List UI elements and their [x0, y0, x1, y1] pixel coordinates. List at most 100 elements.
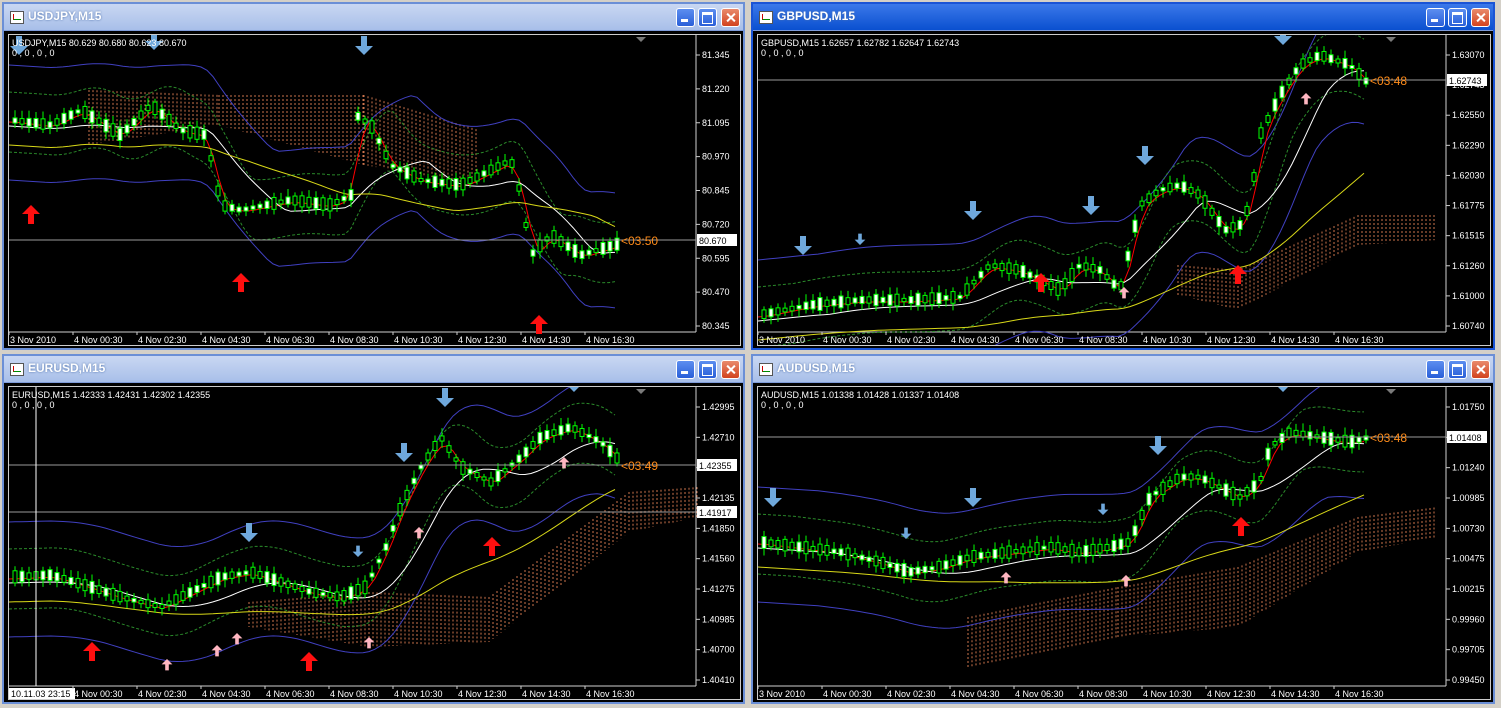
- close-button[interactable]: [1471, 8, 1490, 27]
- candle-body: [1321, 431, 1327, 444]
- bollinger-upper: [758, 35, 1317, 261]
- chart-canvas[interactable]: 1.017501.014951.012401.009851.007301.004…: [758, 387, 1491, 700]
- bollinger-lower: [994, 121, 1365, 345]
- candle-body: [768, 308, 774, 318]
- candle-body: [894, 293, 900, 307]
- candle-body: [999, 262, 1005, 272]
- sell-arrow-icon: [794, 236, 812, 255]
- candle-body: [432, 175, 438, 189]
- chart-window-audusd[interactable]: AUDUSD,M15 1.017501.014951.012401.009851…: [751, 354, 1495, 704]
- price-chart[interactable]: 1.017501.014951.012401.009851.007301.004…: [757, 386, 1491, 700]
- candle-body: [817, 297, 823, 311]
- candle-body: [1013, 264, 1019, 275]
- candle-body: [327, 198, 333, 212]
- candle-body: [1055, 542, 1061, 555]
- price-tick-label: 1.41275: [702, 584, 735, 594]
- candle-body: [985, 264, 991, 270]
- candle-body: [1223, 225, 1229, 234]
- chart-canvas[interactable]: 1.63070 1.62743 1.62550 1.62290 1.62030 1.617…: [758, 35, 1491, 346]
- sell-arrow-icon: [1149, 436, 1167, 455]
- chart-canvas[interactable]: 81.345 81.220 81.095 80.970 80.845 80.720 80.5…: [9, 35, 741, 346]
- candle-body: [502, 468, 508, 473]
- indicator-values: 0 , 0 , 0 , 0: [761, 48, 804, 58]
- price-tick-label: 1.61260: [1452, 261, 1485, 271]
- candle-body: [1111, 279, 1117, 289]
- maximize-button[interactable]: [698, 360, 717, 379]
- candle-body: [229, 571, 235, 579]
- time-tick-label: 4 Nov 14:30: [1271, 689, 1320, 699]
- candle-body: [1083, 544, 1089, 558]
- candle-body: [1027, 546, 1033, 553]
- minimize-button[interactable]: [676, 8, 695, 27]
- candle-body: [26, 572, 32, 580]
- candle-body: [845, 547, 851, 561]
- candle-body: [817, 543, 823, 556]
- title-bar[interactable]: AUDUSD,M15: [753, 356, 1493, 383]
- close-button[interactable]: [1471, 360, 1490, 379]
- chart-window-gbpusd[interactable]: GBPUSD,M15 1.630701.627431.625501.622901…: [751, 2, 1495, 350]
- price-tick-label: 81.345: [702, 50, 730, 60]
- candle-body: [761, 536, 767, 549]
- candle-body: [110, 587, 116, 601]
- candle-body: [40, 570, 46, 581]
- price-tick-label: 1.00730: [1452, 523, 1485, 533]
- price-tick-label: 0.99450: [1452, 675, 1485, 685]
- candle-body: [1202, 475, 1208, 484]
- price-chart[interactable]: 1.63070 1.62743 1.62550 1.62290 1.62030 1.617…: [757, 34, 1491, 346]
- candle-body: [1244, 487, 1250, 497]
- minimize-button[interactable]: [1426, 360, 1445, 379]
- indicator-values: 0 , 0 , 0 , 0: [761, 400, 804, 410]
- price-tick-label: 1.42995: [702, 402, 735, 412]
- price-tick-label: 1.60740: [1452, 321, 1485, 331]
- minimize-button[interactable]: [676, 360, 695, 379]
- title-bar[interactable]: USDJPY,M15: [4, 4, 743, 31]
- candle-body: [537, 431, 543, 445]
- minimize-button[interactable]: [1426, 8, 1445, 27]
- close-button[interactable]: [721, 360, 740, 379]
- buy-arrow-icon: [1232, 517, 1250, 536]
- price-chart[interactable]: 81.345 81.220 81.095 80.970 80.845 80.720 80.5…: [8, 34, 741, 346]
- candle-body: [397, 503, 403, 517]
- candle-body: [1006, 262, 1012, 274]
- candle-body: [236, 206, 242, 213]
- price-tick-label: 1.00215: [1452, 584, 1485, 594]
- maximize-button[interactable]: [1448, 8, 1467, 27]
- candle-body: [117, 127, 123, 142]
- candle-body: [1181, 473, 1187, 481]
- bollinger-lower: [758, 495, 1365, 629]
- chart-window-eurusd[interactable]: EURUSD,M15 1.429951.427101.424201.421351…: [2, 354, 745, 704]
- current-price-label: 1.01408: [1449, 433, 1482, 443]
- candle-body: [1104, 543, 1110, 552]
- candle-body: [250, 205, 256, 210]
- candle-body: [509, 159, 515, 168]
- candle-body: [61, 112, 67, 125]
- close-button[interactable]: [721, 8, 740, 27]
- candle-body: [355, 111, 361, 121]
- candle-body: [243, 570, 249, 576]
- candle-body: [369, 572, 375, 578]
- candle-body: [600, 441, 606, 447]
- chart-canvas[interactable]: 1.429951.427101.424201.421351.418501.415…: [9, 387, 741, 700]
- chart-window-icon: [10, 363, 24, 376]
- price-chart[interactable]: 1.429951.427101.424201.421351.418501.415…: [8, 386, 741, 700]
- chart-window-usdjpy[interactable]: USDJPY,M15 81.345 81.220 81.095 80.970 80.84…: [2, 2, 745, 350]
- candle-body: [586, 433, 592, 439]
- candle-body: [929, 566, 935, 571]
- indicator-values: 0 , 0 , 0 , 0: [12, 48, 55, 58]
- candle-body: [572, 425, 578, 433]
- price-tick-label: 1.41560: [702, 554, 735, 564]
- candle-body: [992, 548, 998, 559]
- candle-body: [89, 110, 95, 124]
- candle-body: [222, 572, 228, 581]
- title-bar[interactable]: EURUSD,M15: [4, 356, 743, 383]
- candle-body: [446, 178, 452, 189]
- title-bar[interactable]: GBPUSD,M15: [753, 4, 1493, 31]
- maximize-button[interactable]: [1448, 360, 1467, 379]
- candle-body: [180, 127, 186, 134]
- time-tick-label: 4 Nov 02:30: [138, 689, 187, 699]
- candle-body: [1328, 431, 1334, 446]
- candle-body: [138, 599, 144, 605]
- price-tick-label: 0.99705: [1452, 645, 1485, 655]
- chart-header: EURUSD,M15 1.42333 1.42431 1.42302 1.423…: [12, 390, 210, 410]
- maximize-button[interactable]: [698, 8, 717, 27]
